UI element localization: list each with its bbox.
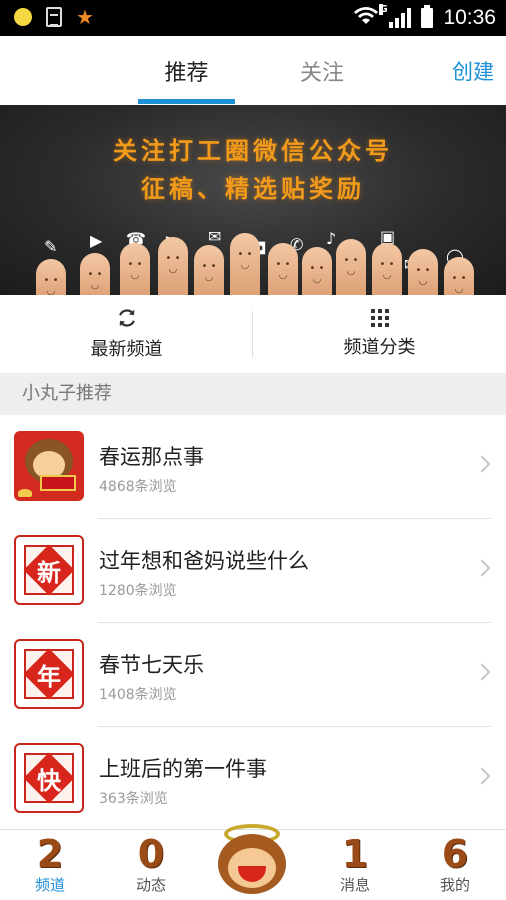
channel-categories-label: 频道分类 <box>343 337 416 358</box>
thumbnail-character: 新 <box>37 558 61 587</box>
banner-headline: 关注打工圈微信公众号 <box>113 136 393 165</box>
tab-recommended[interactable]: 推荐 <box>138 36 235 105</box>
active-tab-indicator <box>138 99 235 104</box>
nav-activity-label: 动态 <box>135 876 166 894</box>
nav-profile-count: 6 <box>441 832 469 876</box>
nav-profile[interactable]: 6 我的 <box>405 830 505 900</box>
channel-thumbnail <box>14 431 84 501</box>
nav-channels-label: 频道 <box>34 876 65 894</box>
chevron-right-icon <box>473 663 491 681</box>
nav-messages[interactable]: 1 消息 <box>305 830 405 900</box>
nav-activity-count: 0 <box>137 832 165 876</box>
banner-subheadline: 征稿、精选贴奖励 <box>141 174 365 203</box>
channel-title: 春节七天乐 <box>99 653 204 677</box>
list-item[interactable]: 年 春节七天乐 1408条浏览 <box>0 623 506 727</box>
section-header: 小丸子推荐 <box>0 373 506 415</box>
chevron-right-icon <box>473 455 491 473</box>
notification-dot-icon <box>14 8 32 26</box>
thumbnail-character: 快 <box>37 766 61 795</box>
channel-view-count: 1408条浏览 <box>99 687 177 703</box>
list-item[interactable]: 春运那点事 4868条浏览 <box>0 415 506 519</box>
list-item[interactable]: 新 过年想和爸妈说些什么 1280条浏览 <box>0 519 506 623</box>
channel-thumbnail: 年 <box>14 639 84 709</box>
tab-following[interactable]: 关注 <box>272 36 372 105</box>
clock: 10:36 <box>443 6 496 29</box>
latest-channels-label: 最新频道 <box>90 339 163 360</box>
channel-view-count: 4868条浏览 <box>99 479 177 495</box>
nav-messages-label: 消息 <box>339 876 370 894</box>
channel-view-count: 1280条浏览 <box>99 583 177 599</box>
finger-faces-illustration: • • ◡ • • ◡ • • ◡ • • ◡ • • ◡ • • ◡ • • ◡ • • ◡ … <box>30 225 480 295</box>
cell-signal-icon: G <box>379 4 412 28</box>
status-bar: ★ G 10:36 <box>0 0 506 36</box>
channel-title: 春运那点事 <box>99 445 204 469</box>
nav-profile-label: 我的 <box>439 876 470 894</box>
document-icon <box>46 7 62 27</box>
status-notifications: ★ <box>14 7 94 27</box>
chevron-right-icon <box>473 559 491 577</box>
channel-list: 春运那点事 4868条浏览 新 过年想和爸妈说些什么 1280条浏览 年 春节七… <box>0 415 506 829</box>
star-icon: ★ <box>76 5 94 29</box>
channel-categories-button[interactable]: 频道分类 <box>253 295 506 373</box>
thumbnail-character: 年 <box>37 662 61 691</box>
promo-banner[interactable]: 关注打工圈微信公众号 征稿、精选贴奖励 ✎ ▶ ☎ ♫ ✉ ◘ ✆ ♪ ✓ ▣ … <box>0 105 506 295</box>
channel-thumbnail: 新 <box>14 535 84 605</box>
bottom-nav: 2 频道 0 动态 1 消息 6 我的 <box>0 824 506 900</box>
network-type-label: G <box>379 4 388 15</box>
channel-title: 过年想和爸妈说些什么 <box>99 549 309 573</box>
quick-actions: 最新频道 频道分类 <box>0 295 506 373</box>
channel-thumbnail: 快 <box>14 743 84 813</box>
channel-view-count: 363条浏览 <box>99 791 168 807</box>
chevron-right-icon <box>473 767 491 785</box>
refresh-icon <box>118 309 135 327</box>
battery-icon <box>421 5 434 28</box>
wifi-icon <box>353 6 379 30</box>
mascot-center-button[interactable] <box>212 820 292 900</box>
latest-channels-button[interactable]: 最新频道 <box>0 295 253 373</box>
list-item[interactable]: 快 上班后的第一件事 363条浏览 <box>0 727 506 831</box>
section-title: 小丸子推荐 <box>22 383 112 404</box>
nav-messages-count: 1 <box>341 832 369 876</box>
create-button[interactable]: 创建 <box>452 36 494 105</box>
nav-channels-count: 2 <box>36 832 64 876</box>
nav-channels[interactable]: 2 频道 <box>0 830 100 900</box>
grid-icon <box>370 309 389 327</box>
top-tab-bar: 推荐 关注 创建 <box>0 36 506 105</box>
nav-activity[interactable]: 0 动态 <box>101 830 201 900</box>
channel-title: 上班后的第一件事 <box>99 757 267 781</box>
status-system: G 10:36 <box>353 0 496 36</box>
